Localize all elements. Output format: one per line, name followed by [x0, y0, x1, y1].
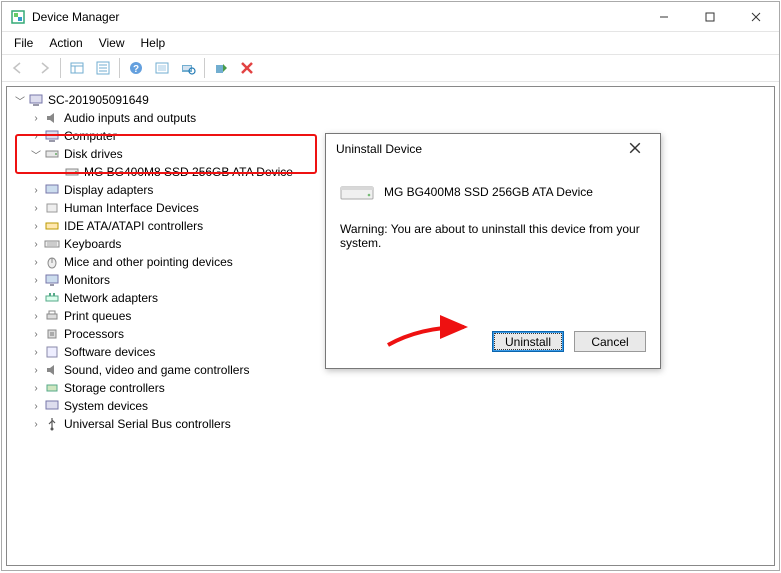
computer-icon: [44, 128, 60, 144]
menu-help[interactable]: Help: [135, 34, 172, 52]
expand-icon[interactable]: ›: [29, 275, 43, 286]
tree-node-storage[interactable]: ›Storage controllers: [9, 379, 772, 397]
expand-icon[interactable]: ›: [29, 185, 43, 196]
keyboard-icon: [44, 236, 60, 252]
expand-icon[interactable]: ›: [29, 203, 43, 214]
expand-icon[interactable]: ›: [29, 383, 43, 394]
expand-icon[interactable]: ›: [29, 131, 43, 142]
toolbar-divider: [119, 58, 120, 78]
expand-icon[interactable]: ›: [29, 311, 43, 322]
drive-icon: [340, 181, 374, 203]
maximize-button[interactable]: [687, 2, 733, 31]
scan-hardware-button[interactable]: [176, 56, 200, 80]
expand-icon[interactable]: ›: [29, 419, 43, 430]
dialog-device-name: MG BG400M8 SSD 256GB ATA Device: [384, 185, 593, 199]
show-hidden-button[interactable]: [65, 56, 89, 80]
printer-icon: [44, 308, 60, 324]
back-button[interactable]: [6, 56, 30, 80]
hid-icon: [44, 200, 60, 216]
uninstall-button[interactable]: Uninstall: [492, 331, 564, 352]
close-button[interactable]: [733, 2, 779, 31]
window-title: Device Manager: [32, 10, 641, 24]
expand-icon[interactable]: ›: [29, 329, 43, 340]
software-icon: [44, 344, 60, 360]
tree-root-label: SC-201905091649: [48, 93, 149, 107]
tree-node-usb[interactable]: ›Universal Serial Bus controllers: [9, 415, 772, 433]
expand-icon[interactable]: ›: [29, 239, 43, 250]
uninstall-device-button[interactable]: [235, 56, 259, 80]
properties-button[interactable]: [91, 56, 115, 80]
expand-icon[interactable]: ›: [29, 293, 43, 304]
system-icon: [44, 398, 60, 414]
expand-icon[interactable]: ›: [29, 347, 43, 358]
window-controls: [641, 2, 779, 31]
expand-icon[interactable]: ›: [29, 113, 43, 124]
storage-icon: [44, 380, 60, 396]
cancel-button[interactable]: Cancel: [574, 331, 646, 352]
expand-icon[interactable]: ›: [29, 221, 43, 232]
drive-icon: [44, 146, 60, 162]
expand-icon[interactable]: ›: [29, 401, 43, 412]
menu-file[interactable]: File: [8, 34, 39, 52]
tree-node-system[interactable]: ›System devices: [9, 397, 772, 415]
monitor-icon: [44, 272, 60, 288]
forward-button[interactable]: [32, 56, 56, 80]
menu-view[interactable]: View: [93, 34, 131, 52]
collapse-icon[interactable]: ﹀: [29, 147, 43, 162]
tree-root[interactable]: ﹀ SC-201905091649: [9, 91, 772, 109]
computer-icon: [28, 92, 44, 108]
dialog-title: Uninstall Device: [336, 142, 620, 156]
uninstall-device-dialog: Uninstall Device MG BG400M8 SSD 256GB AT…: [325, 133, 661, 369]
enable-device-button[interactable]: [209, 56, 233, 80]
help-button[interactable]: ?: [124, 56, 148, 80]
mouse-icon: [44, 254, 60, 270]
titlebar: Device Manager: [2, 2, 779, 32]
dialog-warning-text: Warning: You are about to uninstall this…: [340, 222, 646, 250]
collapse-icon[interactable]: ﹀: [13, 93, 27, 108]
expand-icon[interactable]: ›: [29, 257, 43, 268]
app-icon: [10, 9, 26, 25]
toolbar: ?: [2, 54, 779, 82]
network-icon: [44, 290, 60, 306]
svg-text:?: ?: [133, 64, 139, 75]
usb-icon: [44, 416, 60, 432]
update-driver-button[interactable]: [150, 56, 174, 80]
tree-node-audio[interactable]: ›Audio inputs and outputs: [9, 109, 772, 127]
toolbar-divider: [204, 58, 205, 78]
menubar: File Action View Help: [2, 32, 779, 54]
display-icon: [44, 182, 60, 198]
menu-action[interactable]: Action: [43, 34, 88, 52]
dialog-body: MG BG400M8 SSD 256GB ATA Device Warning:…: [326, 164, 660, 368]
dialog-titlebar: Uninstall Device: [326, 134, 660, 164]
dialog-close-button[interactable]: [620, 142, 650, 157]
expand-icon[interactable]: ›: [29, 365, 43, 376]
speaker-icon: [44, 362, 60, 378]
speaker-icon: [44, 110, 60, 126]
ide-icon: [44, 218, 60, 234]
drive-icon: [64, 164, 80, 180]
minimize-button[interactable]: [641, 2, 687, 31]
cpu-icon: [44, 326, 60, 342]
toolbar-divider: [60, 58, 61, 78]
